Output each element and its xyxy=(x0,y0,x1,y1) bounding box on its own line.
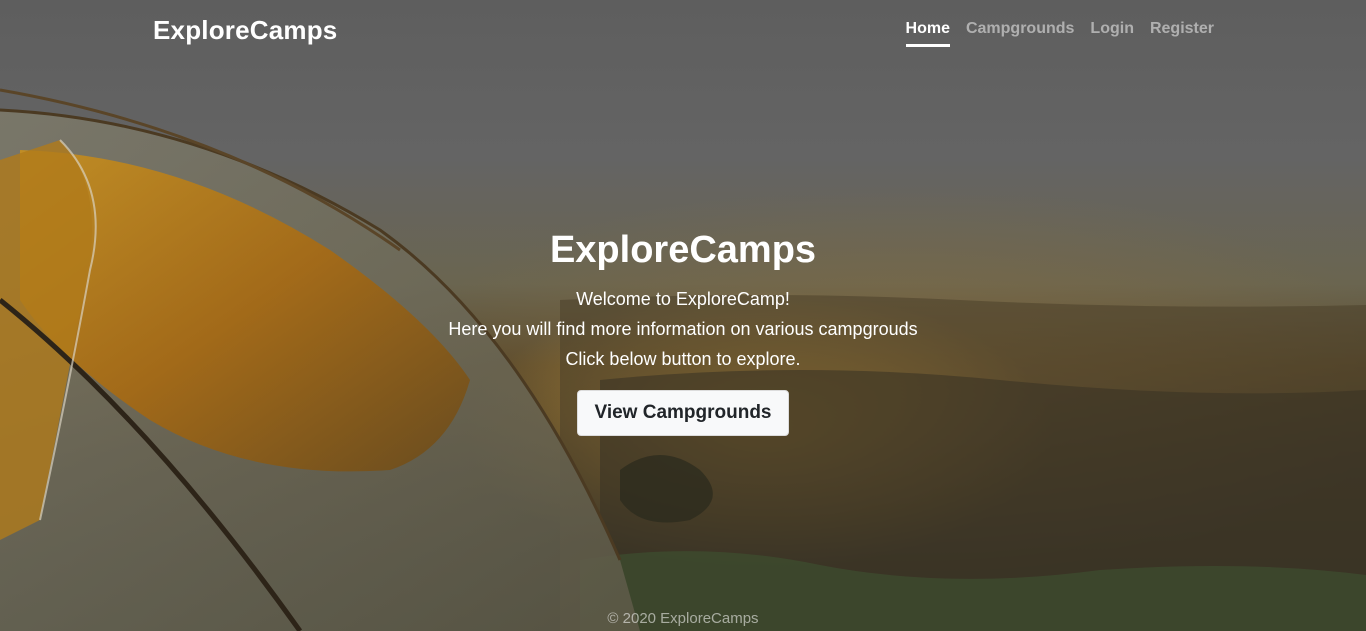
hero-welcome-text: Welcome to ExploreCamp! xyxy=(576,289,790,309)
hero-section: ExploreCamps Welcome to ExploreCamp! Her… xyxy=(0,226,1366,436)
brand-logo[interactable]: ExploreCamps xyxy=(153,15,337,46)
view-campgrounds-button[interactable]: View Campgrounds xyxy=(577,390,789,436)
top-navbar: ExploreCamps Home Campgrounds Login Regi… xyxy=(0,0,1366,62)
footer-copyright: © 2020 ExploreCamps xyxy=(607,610,759,627)
nav-login[interactable]: Login xyxy=(1090,20,1134,47)
nav-campgrounds[interactable]: Campgrounds xyxy=(966,20,1074,47)
nav-register[interactable]: Register xyxy=(1150,20,1214,47)
hero-info-text: Here you will find more information on v… xyxy=(448,319,918,339)
hero-title: ExploreCamps xyxy=(549,229,817,271)
landing-page: ExploreCamps Home Campgrounds Login Regi… xyxy=(0,0,1366,631)
nav-links: Home Campgrounds Login Register xyxy=(905,20,1214,47)
nav-home[interactable]: Home xyxy=(905,20,950,47)
hero-instruction-text: Click below button to explore. xyxy=(565,349,801,369)
